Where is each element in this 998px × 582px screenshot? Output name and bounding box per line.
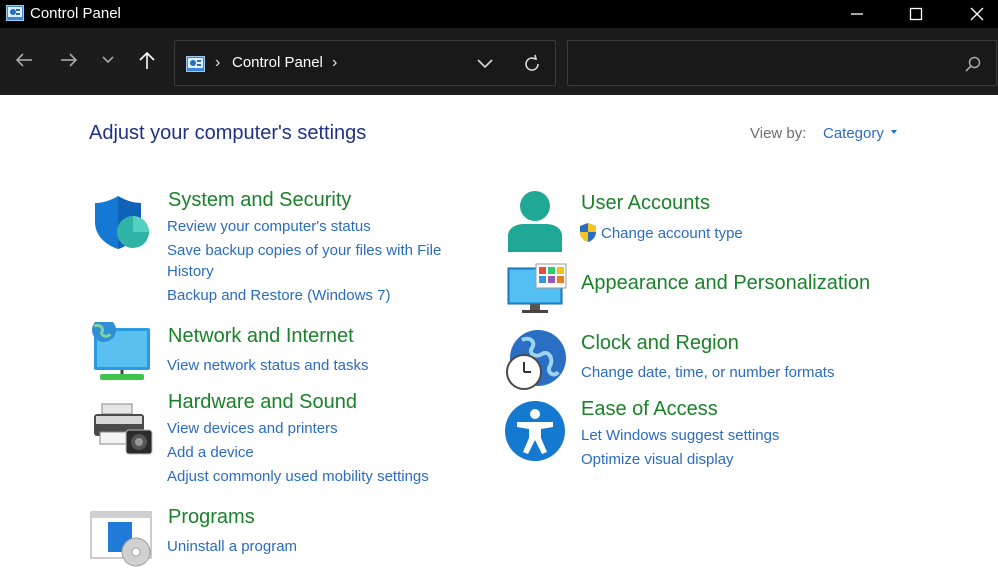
breadcrumb-control-panel[interactable]: Control Panel: [232, 54, 323, 71]
close-icon: [970, 7, 984, 21]
breadcrumb-separator[interactable]: ›: [332, 54, 337, 72]
control-panel-app-icon: [6, 5, 24, 21]
uac-shield-icon: [580, 223, 596, 242]
back-arrow-icon: [15, 53, 32, 67]
clock-region-link[interactable]: Clock and Region: [581, 332, 739, 355]
refresh-icon[interactable]: [521, 53, 543, 75]
uninstall-program-link[interactable]: Uninstall a program: [167, 538, 297, 555]
control-panel-icon: [186, 56, 205, 72]
window-title: Control Panel: [30, 5, 121, 22]
breadcrumb-separator[interactable]: ›: [215, 54, 220, 72]
forward-button[interactable]: [54, 45, 84, 75]
chevron-down-icon: [102, 56, 114, 64]
page-title: Adjust your computer's settings: [89, 122, 367, 144]
address-dropdown-icon[interactable]: [475, 53, 495, 73]
network-internet-link[interactable]: Network and Internet: [168, 325, 354, 348]
user-accounts-link[interactable]: User Accounts: [581, 192, 710, 215]
maximize-icon: [909, 7, 923, 21]
file-history-link[interactable]: Save backup copies of your files with Fi…: [167, 242, 441, 259]
up-arrow-icon: [139, 51, 155, 69]
user-avatar-icon[interactable]: [506, 190, 564, 254]
shield-icon[interactable]: [92, 194, 150, 252]
devices-printers-link[interactable]: View devices and printers: [167, 420, 338, 437]
mobility-settings-link[interactable]: Adjust commonly used mobility settings: [167, 468, 429, 485]
appearance-personalization-link[interactable]: Appearance and Personalization: [581, 272, 870, 295]
printer-speaker-icon[interactable]: [92, 402, 154, 456]
view-by-label: View by:: [750, 125, 807, 142]
search-input[interactable]: [568, 41, 958, 85]
globe-clock-icon[interactable]: [502, 328, 568, 392]
view-by-dropdown[interactable]: Category: [823, 125, 884, 142]
date-time-formats-link[interactable]: Change date, time, or number formats: [581, 364, 834, 381]
address-bar[interactable]: › Control Panel ›: [174, 40, 556, 86]
programs-link[interactable]: Programs: [168, 506, 255, 529]
minimize-button[interactable]: [834, 0, 880, 28]
review-status-link[interactable]: Review your computer's status: [167, 218, 371, 235]
back-button[interactable]: [9, 45, 39, 75]
navigation-bar: › Control Panel ›: [0, 28, 998, 95]
forward-arrow-icon: [61, 53, 78, 67]
add-device-link[interactable]: Add a device: [167, 444, 254, 461]
search-icon[interactable]: [964, 55, 982, 73]
minimize-icon: [851, 13, 863, 15]
monitor-palette-icon[interactable]: [506, 262, 568, 316]
change-account-type-link[interactable]: Change account type: [601, 225, 743, 242]
view-by-caret-icon[interactable]: [891, 130, 897, 134]
recent-locations-button[interactable]: [93, 45, 123, 75]
accessibility-icon[interactable]: [504, 400, 566, 462]
windows-suggest-settings-link[interactable]: Let Windows suggest settings: [581, 427, 779, 444]
network-globe-icon[interactable]: [92, 322, 152, 382]
programs-disc-icon[interactable]: [90, 510, 154, 568]
backup-restore-link[interactable]: Backup and Restore (Windows 7): [167, 287, 390, 304]
file-history-link-continued[interactable]: History: [167, 263, 214, 280]
maximize-button[interactable]: [893, 0, 939, 28]
close-button[interactable]: [954, 0, 998, 28]
optimize-visual-display-link[interactable]: Optimize visual display: [581, 451, 734, 468]
search-box[interactable]: [567, 40, 997, 86]
hardware-sound-link[interactable]: Hardware and Sound: [168, 391, 357, 414]
title-bar: Control Panel: [0, 0, 998, 28]
ease-of-access-link[interactable]: Ease of Access: [581, 398, 718, 421]
up-button[interactable]: [132, 45, 162, 75]
network-status-link[interactable]: View network status and tasks: [167, 357, 369, 374]
system-security-link[interactable]: System and Security: [168, 189, 351, 212]
